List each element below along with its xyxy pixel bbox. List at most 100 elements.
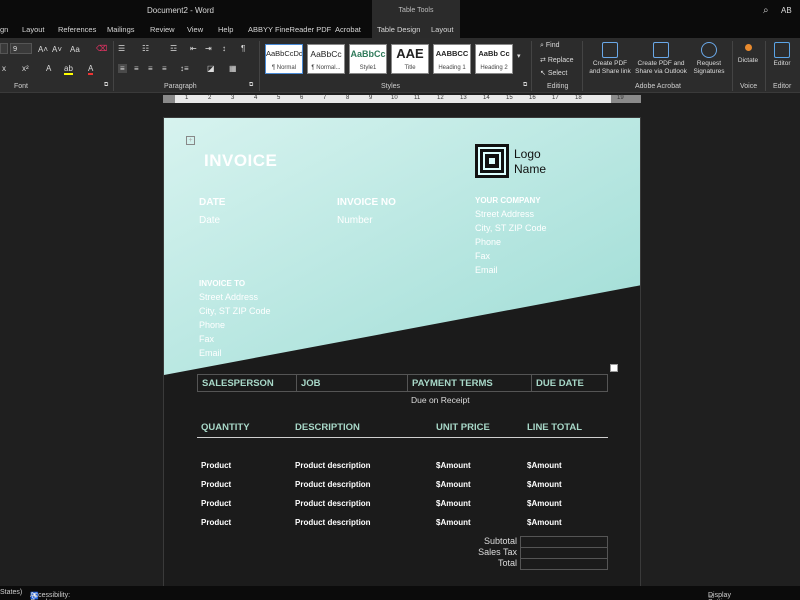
find-button[interactable]: ⌕ Find bbox=[540, 42, 560, 50]
style-title[interactable]: AAE Title bbox=[391, 44, 429, 74]
tab-layout[interactable]: Layout bbox=[22, 25, 45, 34]
editor-group-label-text: Editor bbox=[773, 83, 792, 90]
tab-abbyy[interactable]: ABBYY FineReader PDF bbox=[248, 25, 331, 34]
styles-group-label: Styles bbox=[381, 83, 401, 90]
invoice-no-value[interactable]: Number bbox=[337, 215, 373, 226]
font-name-box[interactable] bbox=[0, 43, 8, 54]
dictate-button[interactable]: Dictate bbox=[736, 42, 760, 65]
styles-more-icon[interactable]: ▾ bbox=[517, 52, 521, 60]
tab-references[interactable]: References bbox=[58, 25, 96, 34]
style-normal-2[interactable]: AaBbCc ¶ Normal... bbox=[307, 44, 345, 74]
align-left-icon[interactable]: ≡ bbox=[118, 64, 127, 73]
change-case-icon[interactable]: Aa bbox=[70, 45, 80, 54]
company-label: YOUR COMPANY bbox=[475, 196, 541, 205]
cursor-icon: ↖ bbox=[540, 70, 548, 77]
col-payment-terms[interactable]: PAYMENT TERMS bbox=[408, 375, 532, 392]
title-bar: Document2 - Word Table Tools ⌕ AB bbox=[0, 0, 800, 22]
tab-help[interactable]: Help bbox=[218, 25, 233, 34]
create-pdf-share-link-button[interactable]: Create PDF and Share link bbox=[588, 42, 632, 76]
col-job[interactable]: JOB bbox=[297, 375, 408, 392]
sort-icon[interactable]: ↕ bbox=[222, 44, 226, 53]
tab-acrobat[interactable]: Acrobat bbox=[335, 25, 361, 34]
invoice-to-email[interactable]: Email bbox=[199, 346, 222, 360]
tab-table-design[interactable]: Table Design bbox=[377, 25, 420, 34]
bullets-icon[interactable]: ☰ bbox=[118, 44, 125, 53]
align-right-icon[interactable]: ≡ bbox=[148, 64, 153, 73]
col-line-total[interactable]: LINE TOTAL bbox=[527, 422, 582, 433]
status-states[interactable]: States) bbox=[0, 589, 22, 596]
date-value[interactable]: Date bbox=[199, 215, 220, 226]
pdf-outlook-icon bbox=[653, 42, 669, 58]
company-phone[interactable]: Phone bbox=[475, 235, 501, 249]
total-field[interactable] bbox=[520, 558, 608, 570]
col-quantity[interactable]: QUANTITY bbox=[201, 422, 250, 433]
highlight-icon[interactable]: ab bbox=[64, 64, 73, 75]
col-salesperson[interactable]: SALESPERSON bbox=[198, 375, 297, 392]
style-style1[interactable]: AaBbCc Style1 bbox=[349, 44, 387, 74]
ribbon: 9 A˄ A˅ Aa ⌫ x x² A ab A Font ⧉ ☰ ☷ ☲ ⇤ … bbox=[0, 38, 800, 93]
shading-icon[interactable]: ◪ bbox=[207, 64, 215, 73]
decrease-indent-icon[interactable]: ⇤ bbox=[190, 44, 197, 53]
paragraph-group-label: Paragraph bbox=[164, 83, 197, 90]
font-size-box[interactable]: 9 bbox=[10, 43, 32, 54]
col-unit-price[interactable]: UNIT PRICE bbox=[436, 422, 490, 433]
document-title: Document2 - Word bbox=[147, 6, 214, 15]
multilevel-list-icon[interactable]: ☲ bbox=[170, 44, 177, 53]
invoice-to-street[interactable]: Street Address bbox=[199, 290, 258, 304]
pdf-link-icon bbox=[602, 42, 618, 58]
signature-icon bbox=[701, 42, 717, 58]
user-avatar[interactable]: AB bbox=[781, 6, 792, 15]
paragraph-dialog-launcher-icon[interactable]: ⧉ bbox=[249, 82, 253, 89]
create-pdf-outlook-button[interactable]: Create PDF and Share via Outlook bbox=[634, 42, 688, 76]
style-heading-2[interactable]: AaBb Cc Heading 2 bbox=[475, 44, 513, 74]
company-email[interactable]: Email bbox=[475, 263, 498, 277]
request-signatures-button[interactable]: Request Signatures bbox=[690, 42, 728, 76]
styles-dialog-launcher-icon[interactable]: ⧉ bbox=[523, 82, 527, 89]
tab-table-layout[interactable]: Layout bbox=[431, 25, 454, 34]
table-resize-handle[interactable] bbox=[610, 364, 618, 372]
company-fax[interactable]: Fax bbox=[475, 249, 490, 263]
invoice-to-phone[interactable]: Phone bbox=[199, 318, 225, 332]
replace-icon: ⇄ bbox=[540, 57, 548, 64]
select-button[interactable]: ↖ Select bbox=[540, 69, 567, 77]
date-label: DATE bbox=[199, 197, 226, 208]
font-dialog-launcher-icon[interactable]: ⧉ bbox=[104, 82, 108, 89]
tab-mailings[interactable]: Mailings bbox=[107, 25, 135, 34]
show-marks-icon[interactable]: ¶ bbox=[241, 44, 245, 53]
col-due-date[interactable]: DUE DATE bbox=[532, 375, 608, 392]
tab-design[interactable]: gn bbox=[0, 25, 8, 34]
superscript-icon[interactable]: x² bbox=[22, 64, 29, 73]
numbering-icon[interactable]: ☷ bbox=[142, 44, 149, 53]
company-street[interactable]: Street Address bbox=[475, 207, 534, 221]
editing-group-label: Editing bbox=[547, 83, 569, 90]
justify-icon[interactable]: ≡ bbox=[162, 64, 167, 73]
align-center-icon[interactable]: ≡ bbox=[134, 64, 139, 73]
col-description[interactable]: DESCRIPTION bbox=[295, 422, 360, 433]
style-normal[interactable]: AaBbCcDd ¶ Normal bbox=[265, 44, 303, 74]
clear-format-icon[interactable]: ⌫ bbox=[96, 44, 107, 53]
payment-terms-value[interactable]: Due on Receipt bbox=[411, 395, 470, 405]
style-heading-1[interactable]: AABBCC Heading 1 bbox=[433, 44, 471, 74]
strikethrough-icon[interactable]: x bbox=[2, 64, 6, 73]
invoice-to-fax[interactable]: Fax bbox=[199, 332, 214, 346]
line-spacing-icon[interactable]: ↕≡ bbox=[180, 64, 189, 73]
grow-font-icon[interactable]: A˄ bbox=[38, 45, 48, 54]
font-color-icon[interactable]: A bbox=[88, 64, 94, 75]
company-city[interactable]: City, ST ZIP Code bbox=[475, 221, 547, 235]
horizontal-ruler[interactable]: 1 2 3 4 5 6 7 8 9 10 11 12 13 14 15 16 1… bbox=[163, 95, 641, 103]
search-icon[interactable]: ⌕ bbox=[763, 5, 769, 16]
tab-view[interactable]: View bbox=[187, 25, 203, 34]
tab-review[interactable]: Review bbox=[150, 25, 175, 34]
salesperson-table[interactable]: SALESPERSON JOB PAYMENT TERMS DUE DATE bbox=[197, 374, 608, 392]
document-page[interactable]: + INVOICE Logo Name DATE Date INVOICE NO… bbox=[163, 117, 641, 600]
editor-button[interactable]: Editor bbox=[770, 42, 794, 68]
increase-indent-icon[interactable]: ⇥ bbox=[205, 44, 212, 53]
replace-button[interactable]: ⇄ Replace bbox=[540, 56, 574, 64]
subtotal-label: Subtotal bbox=[483, 536, 517, 546]
ribbon-tabs: gn Layout References Mailings Review Vie… bbox=[0, 22, 800, 38]
text-effects-icon[interactable]: A bbox=[46, 64, 51, 73]
invoice-to-city[interactable]: City, ST ZIP Code bbox=[199, 304, 271, 318]
shrink-font-icon[interactable]: A˅ bbox=[52, 45, 62, 54]
borders-icon[interactable]: ▦ bbox=[229, 64, 237, 73]
table-move-handle-icon[interactable]: + bbox=[186, 136, 195, 145]
